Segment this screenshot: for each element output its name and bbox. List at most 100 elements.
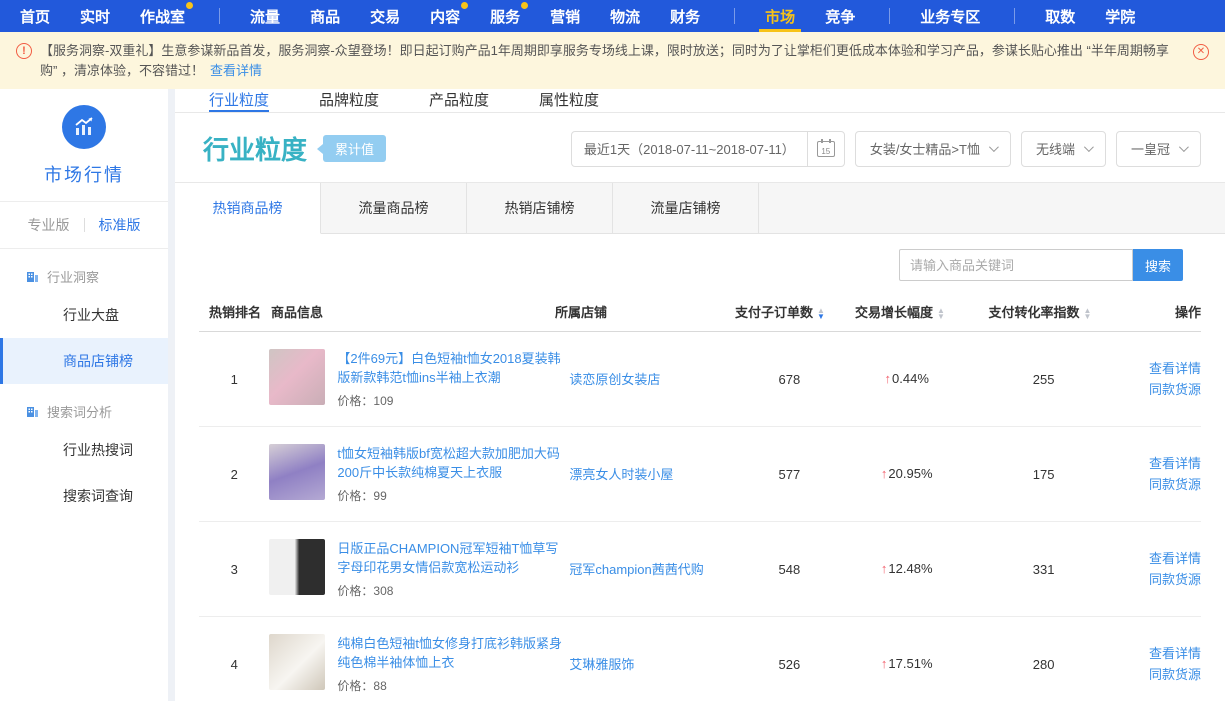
calendar-icon: 15: [817, 141, 835, 157]
nav-item-business-zone[interactable]: 业务专区: [920, 0, 980, 32]
calendar-button[interactable]: 15: [807, 132, 844, 166]
sidebar-item-industry-overview[interactable]: 行业大盘: [0, 292, 168, 338]
terminal-select[interactable]: 无线端: [1021, 131, 1106, 167]
nav-divider: [1014, 8, 1015, 24]
index-cell: 175: [970, 467, 1117, 482]
rank-cell: 3: [199, 562, 269, 577]
sidebar-group-search-analysis: 搜索词分析: [0, 384, 168, 427]
tab-product-granularity[interactable]: 产品粒度: [429, 89, 489, 112]
same-source-link[interactable]: 同款货源: [1117, 379, 1201, 400]
filter-bar: 最近1天（2018-07-11~2018-07-11） 15 女装/女士精品>T…: [571, 131, 1201, 167]
view-detail-link[interactable]: 查看详情: [1117, 358, 1201, 379]
product-thumbnail[interactable]: [269, 634, 325, 690]
actions-cell: 查看详情 同款货源: [1117, 643, 1201, 685]
header-product: 商品信息: [271, 302, 555, 321]
same-source-link[interactable]: 同款货源: [1117, 474, 1201, 495]
sidebar-item-product-shop-rank[interactable]: 商品店铺榜: [0, 338, 168, 384]
subtab-traffic-shops[interactable]: 流量店铺榜: [613, 183, 759, 233]
orders-cell: 678: [736, 372, 844, 387]
search-input[interactable]: [899, 249, 1133, 281]
category-select[interactable]: 女装/女士精品>T恤: [855, 131, 1011, 167]
shop-level-select[interactable]: 一皇冠: [1116, 131, 1201, 167]
product-thumbnail[interactable]: [269, 539, 325, 595]
sort-icon-orders[interactable]: ▲▼: [817, 308, 825, 320]
view-detail-link[interactable]: 查看详情: [1117, 643, 1201, 664]
product-thumbnail[interactable]: [269, 444, 325, 500]
table-row: 1 【2件69元】白色短袖t恤女2018夏装韩版新款韩范t恤ins半袖上衣潮 价…: [199, 332, 1201, 427]
nav-item-logistics[interactable]: 物流: [610, 0, 640, 32]
nav-item-goods[interactable]: 商品: [310, 0, 340, 32]
nav-label: 流量: [250, 6, 280, 27]
notice-banner: ! 【服务洞察-双重礼】生意参谋新品首发，服务洞察-众望登场！即日起订购产品1年…: [0, 32, 1225, 89]
tab-attribute-granularity[interactable]: 属性粒度: [539, 89, 599, 112]
index-cell: 280: [970, 657, 1117, 672]
version-standard[interactable]: 标准版: [99, 215, 141, 235]
shop-cell: 读恋原创女装店: [569, 370, 735, 389]
nav-item-trade[interactable]: 交易: [370, 0, 400, 32]
header-label: 支付子订单数: [735, 305, 813, 320]
nav-item-home[interactable]: 首页: [20, 0, 50, 32]
sidebar-item-search-word-query[interactable]: 搜索词查询: [0, 473, 168, 519]
page-title: 行业粒度: [203, 130, 307, 167]
same-source-link[interactable]: 同款货源: [1117, 569, 1201, 590]
banner-detail-link[interactable]: 查看详情: [210, 63, 262, 78]
ranking-table: 热销排名 商品信息 所属店铺 支付子订单数▲▼ 交易增长幅度▲▼ 支付转化率指数…: [175, 292, 1225, 701]
nav-item-academy[interactable]: 学院: [1105, 0, 1135, 32]
shop-link[interactable]: 读恋原创女装店: [569, 370, 690, 389]
sort-icon-growth[interactable]: ▲▼: [937, 308, 945, 320]
shop-cell: 冠军champion茜茜代购: [569, 560, 735, 579]
subtab-traffic-products[interactable]: 流量商品榜: [321, 183, 467, 233]
nav-item-service[interactable]: 服务: [490, 0, 520, 32]
product-title-link[interactable]: 纯棉白色短袖t恤女修身打底衫韩版紧身纯色棉半袖体恤上衣: [337, 634, 569, 672]
notification-dot: [521, 2, 528, 9]
subtab-hot-products[interactable]: 热销商品榜: [175, 183, 321, 234]
notification-dot: [186, 2, 193, 9]
nav-label: 学院: [1105, 6, 1135, 27]
ranking-subtabs: 热销商品榜 流量商品榜 热销店铺榜 流量店铺榜: [175, 182, 1225, 234]
view-detail-link[interactable]: 查看详情: [1117, 548, 1201, 569]
nav-item-finance[interactable]: 财务: [670, 0, 700, 32]
sidebar-group-label: 搜索词分析: [47, 402, 112, 421]
nav-item-content[interactable]: 内容: [430, 0, 460, 32]
product-thumbnail[interactable]: [269, 349, 325, 405]
shop-link[interactable]: 艾琳雅服饰: [569, 655, 664, 674]
cumulative-value-badge: 累计值: [323, 135, 386, 162]
date-range-picker[interactable]: 最近1天（2018-07-11~2018-07-11） 15: [571, 131, 845, 167]
version-pro[interactable]: 专业版: [28, 215, 70, 235]
growth-value: 12.48%: [888, 561, 932, 576]
product-text: 日版正品CHAMPION冠军短袖T恤草写字母印花男女情侣款宽松运动衫 价格：30…: [337, 539, 569, 599]
view-detail-link[interactable]: 查看详情: [1117, 453, 1201, 474]
nav-label: 物流: [610, 6, 640, 27]
subtab-hot-shops[interactable]: 热销店铺榜: [467, 183, 613, 233]
search-row: 搜索: [175, 234, 1225, 292]
shop-link[interactable]: 漂亮女人时装小屋: [569, 465, 703, 484]
up-arrow-icon: ↑: [881, 561, 888, 576]
same-source-link[interactable]: 同款货源: [1117, 664, 1201, 685]
shop-link[interactable]: 冠军champion茜茜代购: [569, 560, 733, 579]
table-row: 4 纯棉白色短袖t恤女修身打底衫韩版紧身纯色棉半袖体恤上衣 价格：88 艾琳雅服…: [199, 617, 1201, 701]
search-button[interactable]: 搜索: [1133, 249, 1183, 281]
header-index: 支付转化率指数▲▼: [965, 302, 1115, 321]
product-title-link[interactable]: 日版正品CHAMPION冠军短袖T恤草写字母印花男女情侣款宽松运动衫: [337, 539, 569, 577]
nav-item-competition[interactable]: 竞争: [825, 0, 855, 32]
table-header: 热销排名 商品信息 所属店铺 支付子订单数▲▼ 交易增长幅度▲▼ 支付转化率指数…: [199, 292, 1201, 332]
nav-label: 营销: [550, 6, 580, 27]
sort-icon-index[interactable]: ▲▼: [1084, 308, 1092, 320]
product-cell: 日版正品CHAMPION冠军短袖T恤草写字母印花男女情侣款宽松运动衫 价格：30…: [269, 539, 569, 599]
nav-item-data-fetch[interactable]: 取数: [1045, 0, 1075, 32]
up-arrow-icon: ↑: [885, 371, 892, 386]
sidebar-item-hot-search-words[interactable]: 行业热搜词: [0, 427, 168, 473]
chevron-down-icon: [989, 142, 999, 152]
rank-cell: 4: [199, 657, 269, 672]
tab-brand-granularity[interactable]: 品牌粒度: [319, 89, 379, 112]
nav-item-traffic[interactable]: 流量: [250, 0, 280, 32]
tab-industry-granularity[interactable]: 行业粒度: [209, 89, 269, 112]
product-title-link[interactable]: 【2件69元】白色短袖t恤女2018夏装韩版新款韩范t恤ins半袖上衣潮: [337, 349, 569, 387]
nav-item-market[interactable]: 市场: [765, 0, 795, 32]
nav-item-realtime[interactable]: 实时: [80, 0, 110, 32]
nav-item-marketing[interactable]: 营销: [550, 0, 580, 32]
nav-item-war-room[interactable]: 作战室: [140, 0, 185, 32]
product-title-link[interactable]: t恤女短袖韩版bf宽松超大款加肥加大码200斤中长款纯棉夏天上衣服: [337, 444, 569, 482]
notification-dot: [461, 2, 468, 9]
close-icon[interactable]: ✕: [1193, 44, 1209, 60]
